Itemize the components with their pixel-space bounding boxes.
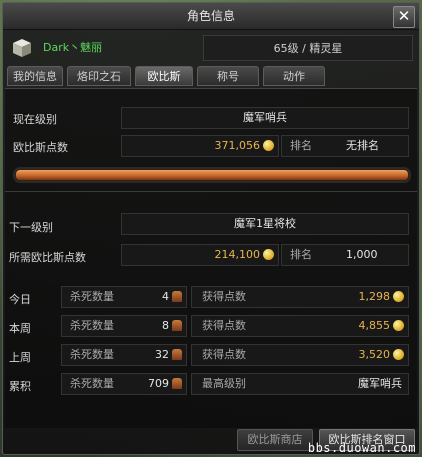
orbis-panel: 现在级别 魔军哨兵 欧比斯点数 371,056 排名 无排名 下一级别 魔军1星… (5, 88, 417, 428)
period-label: 上周 (9, 351, 31, 364)
gain-label: 获得点数 (202, 290, 246, 303)
tab-bar: 我的信息 烙印之石 欧比斯 称号 动作 (5, 66, 417, 88)
character-cube-icon (13, 39, 31, 57)
coin-icon (393, 348, 404, 360)
next-rank-value: 魔军1星将校 (121, 213, 409, 235)
period-label: 累积 (9, 380, 31, 393)
kills-value: 8 (162, 319, 169, 332)
max-rank-box: 最高级别 魔军哨兵 (191, 373, 409, 395)
required-points-value: 214,100 (214, 248, 261, 261)
divider (5, 191, 417, 192)
kills-box: 杀死数量 32 (61, 344, 187, 366)
gain-value: 3,520 (358, 348, 391, 361)
kills-label: 杀死数量 (70, 319, 114, 332)
tab-title[interactable]: 称号 (197, 66, 259, 86)
required-points-label: 所需欧比斯点数 (9, 251, 86, 264)
player-name: Dark丶魅丽 (43, 41, 103, 54)
points-box: 获得点数 4,855 (191, 315, 409, 337)
coin-icon (263, 139, 274, 151)
kills-box: 杀死数量 4 (61, 286, 187, 308)
kill-icon (172, 319, 182, 331)
kills-box: 杀死数量 8 (61, 315, 187, 337)
current-ranking-value: 无排名 (346, 139, 379, 152)
max-rank-value: 魔军哨兵 (358, 377, 402, 390)
orbis-progress-bar (15, 169, 409, 181)
kills-value: 32 (155, 348, 169, 361)
current-points-box: 371,056 (121, 135, 279, 157)
current-ranking-box: 排名 无排名 (281, 135, 409, 157)
current-points-label: 欧比斯点数 (13, 141, 68, 154)
coin-icon (263, 248, 274, 260)
kill-icon (172, 348, 182, 360)
points-box: 获得点数 1,298 (191, 286, 409, 308)
period-label: 今日 (9, 293, 31, 306)
player-info-bar: Dark丶魅丽 65级 / 精灵星 (7, 33, 415, 63)
character-info-window: 角色信息 ✕ Dark丶魅丽 65级 / 精灵星 我的信息 烙印之石 欧比斯 称… (2, 2, 420, 455)
gain-label: 获得点数 (202, 319, 246, 332)
period-label: 本周 (9, 322, 31, 335)
tab-orbis[interactable]: 欧比斯 (135, 66, 193, 86)
gain-label: 获得点数 (202, 348, 246, 361)
orbis-shop-button[interactable]: 欧比斯商店 (237, 429, 313, 451)
current-ranking-label: 排名 (290, 139, 312, 152)
window-title: 角色信息 (186, 9, 235, 23)
points-box: 获得点数 3,520 (191, 344, 409, 366)
kill-icon (172, 377, 182, 389)
next-ranking-box: 排名 1,000 (281, 244, 409, 266)
site-watermark: bbs.duowan.com (307, 441, 416, 455)
kills-label: 杀死数量 (70, 377, 114, 390)
current-points-value: 371,056 (214, 139, 261, 152)
kill-icon (172, 290, 182, 302)
kills-label: 杀死数量 (70, 290, 114, 303)
current-rank-label: 现在级别 (13, 113, 57, 126)
tab-action[interactable]: 动作 (263, 66, 325, 86)
player-level-class: 65级 / 精灵星 (203, 35, 413, 61)
coin-icon (393, 290, 404, 302)
gain-value: 4,855 (358, 319, 391, 332)
gain-value: 1,298 (358, 290, 391, 303)
kills-box: 杀死数量 709 (61, 373, 187, 395)
tab-brand-stone[interactable]: 烙印之石 (67, 66, 131, 86)
max-rank-label: 最高级别 (202, 377, 246, 390)
tab-my-info[interactable]: 我的信息 (7, 66, 63, 86)
kills-value: 709 (148, 377, 169, 390)
required-points-box: 214,100 (121, 244, 279, 266)
next-ranking-label: 排名 (290, 248, 312, 261)
coin-icon (393, 319, 404, 331)
next-ranking-value: 1,000 (346, 248, 378, 261)
current-rank-value: 魔军哨兵 (121, 107, 409, 129)
kills-label: 杀死数量 (70, 348, 114, 361)
close-button[interactable]: ✕ (393, 6, 415, 28)
window-titlebar[interactable]: 角色信息 ✕ (3, 3, 419, 30)
kills-value: 4 (162, 290, 169, 303)
next-rank-label: 下一级别 (9, 221, 53, 234)
